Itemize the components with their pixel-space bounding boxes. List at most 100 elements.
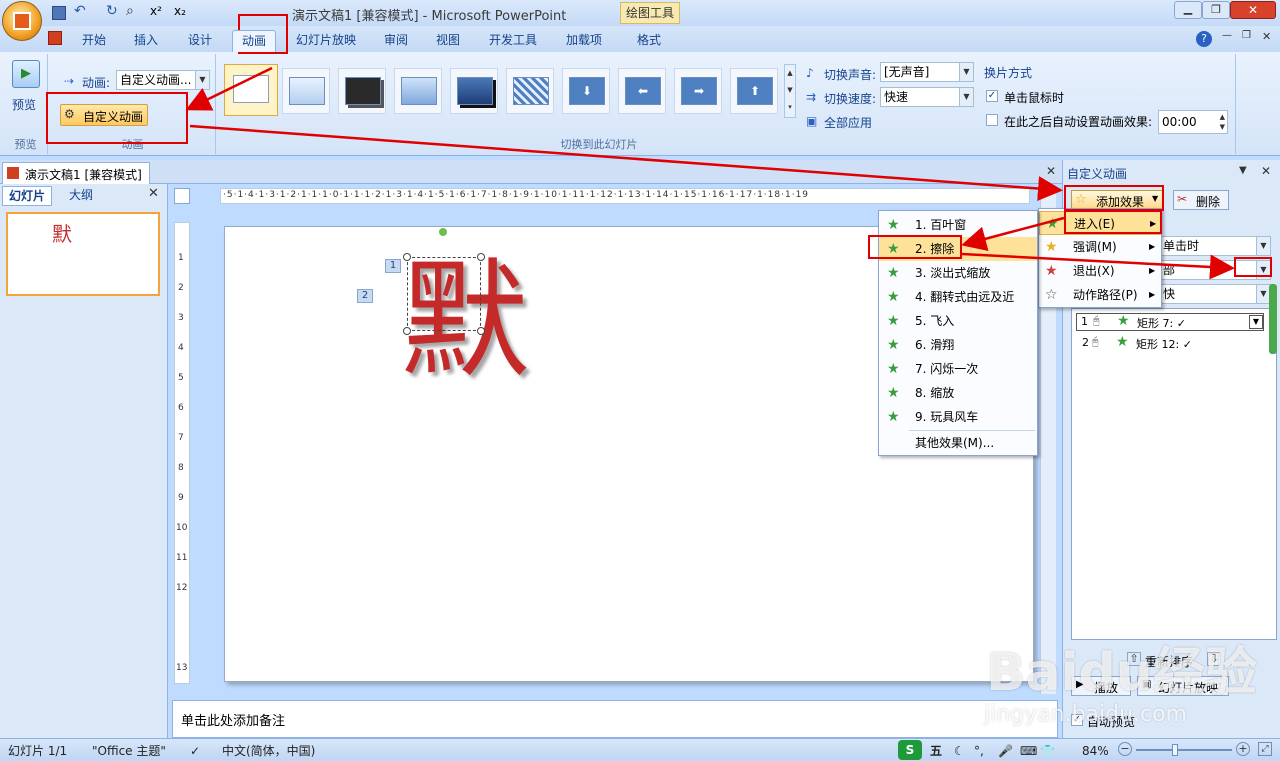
transition-none[interactable] — [224, 64, 278, 116]
resize-handle-bl[interactable] — [403, 327, 411, 335]
doc-close-icon[interactable]: ✕ — [1046, 164, 1056, 178]
effect-flip[interactable]: ★ 4. 翻转式由远及近 — [879, 285, 1037, 309]
transition-group: ⬇ ⬅ ➡ ⬆ ▲ ▼ ▾ ♪ 切换声音: [无声音] ▼ ⇉ 切换速度: 快速 ▼ ▣… — [218, 54, 980, 154]
task-pane-close-icon[interactable]: ✕ — [1261, 164, 1271, 178]
anim-tag-1[interactable]: 1 — [385, 259, 401, 273]
effect-zoom[interactable]: ★ 8. 缩放 — [879, 381, 1037, 405]
notes-area[interactable]: 单击此处添加备注 — [172, 700, 1058, 738]
superscript-icon[interactable]: x² — [150, 4, 162, 18]
tab-format[interactable]: 格式 — [626, 30, 672, 52]
transition-cut[interactable] — [394, 68, 442, 114]
effect-blinds[interactable]: ★ 1. 百叶窗 — [879, 213, 1037, 237]
doc-tab[interactable]: 演示文稿1 [兼容模式] — [2, 162, 150, 184]
resize-handle-tr[interactable] — [477, 253, 485, 261]
zoom-slider[interactable] — [1136, 744, 1232, 756]
ime-mode[interactable]: 五 — [930, 741, 942, 761]
undo-icon[interactable]: ↶ — [74, 3, 86, 19]
highlight-wipe — [868, 235, 962, 259]
start-dropdown[interactable]: 单击时 ▼ — [1159, 236, 1271, 256]
maximize-button[interactable]: ❐ — [1202, 1, 1230, 19]
subscript-icon[interactable]: x₂ — [174, 4, 186, 18]
rotate-handle-icon[interactable] — [439, 228, 447, 236]
ime-moon-icon[interactable]: ☾ — [954, 741, 965, 761]
pane-scrollbar[interactable] — [1269, 284, 1277, 354]
ime-punct-icon[interactable]: °, — [974, 741, 984, 761]
ribbon-close-icon[interactable]: ✕ — [1262, 30, 1271, 43]
transition-fade-black[interactable] — [338, 68, 386, 114]
effect-fly-in[interactable]: ★ 5. 飞入 — [879, 309, 1037, 333]
ime-logo-icon: S — [898, 740, 922, 760]
tab-insert[interactable]: 插入 — [124, 30, 168, 52]
tab-view[interactable]: 视图 — [426, 30, 470, 52]
help-icon[interactable]: ? — [1196, 31, 1212, 47]
effect-item-1[interactable]: 1 🖰 ★ 矩形 7: ✓ ▼ — [1076, 313, 1264, 331]
menu-motion-path[interactable]: ☆ 动作路径(P) ▶ — [1039, 283, 1161, 307]
ribbon-minimize-icon[interactable]: — — [1222, 30, 1232, 41]
animation-dropdown[interactable]: 自定义动画... ▼ — [116, 70, 210, 90]
auto-time-spinner[interactable]: 00:00 ▲ ▼ — [1158, 110, 1228, 134]
effect-item-2[interactable]: 2 🖰 ★ 矩形 12: ✓ — [1076, 334, 1264, 353]
quick-save-icon[interactable] — [52, 6, 66, 20]
watermark-url: jingyan.baidu.com — [984, 702, 1188, 727]
ime-keyboard-icon[interactable]: ⌨ — [1020, 741, 1037, 761]
transition-wipe-down[interactable]: ⬇ — [562, 68, 610, 114]
tab-developer[interactable]: 开发工具 — [480, 30, 546, 52]
effect-fade-zoom[interactable]: ★ 3. 淡出式缩放 — [879, 261, 1037, 285]
selection-box[interactable] — [407, 257, 481, 331]
task-pane-menu-icon[interactable]: ▼ — [1239, 165, 1247, 176]
spinner-arrows-icon[interactable]: ▲ ▼ — [1220, 112, 1225, 132]
office-button[interactable] — [2, 1, 42, 41]
transition-dissolve[interactable] — [506, 68, 554, 114]
tab-slideshow[interactable]: 幻灯片放映 — [286, 30, 366, 52]
tab-home[interactable]: 开始 — [72, 30, 116, 52]
auto-after-checkbox[interactable] — [986, 114, 998, 126]
fit-window-icon[interactable]: ⤢ — [1258, 742, 1272, 756]
resize-handle-tl[interactable] — [403, 253, 411, 261]
tab-outline[interactable]: 大纲 — [56, 186, 106, 206]
gallery-scroll[interactable]: ▲ ▼ ▾ — [784, 64, 796, 118]
transition-fade-smooth[interactable] — [282, 68, 330, 114]
preview-icon[interactable]: ▶ — [12, 60, 40, 88]
slide-thumbnail[interactable]: 默 — [6, 212, 160, 296]
zoom-in-icon[interactable]: + — [1236, 742, 1250, 756]
ime-mic-icon[interactable]: 🎤 — [998, 741, 1013, 761]
tab-design[interactable]: 设计 — [178, 30, 222, 52]
transition-cut-black[interactable] — [450, 68, 498, 114]
resize-handle-br[interactable] — [477, 327, 485, 335]
transition-wipe-right[interactable]: ➡ — [674, 68, 722, 114]
panel-close-icon[interactable]: ✕ — [148, 186, 159, 201]
ime-skin-icon[interactable]: 👕 — [1040, 741, 1055, 761]
menu-emphasis[interactable]: ★ 强调(M) ▶ — [1039, 235, 1161, 259]
print-preview-icon[interactable]: ⌕ — [126, 3, 134, 19]
apply-all-button[interactable]: 全部应用 — [824, 114, 872, 131]
anim-tag-2[interactable]: 2 — [357, 289, 373, 303]
preview-button[interactable]: 预览 — [12, 96, 36, 113]
transition-wipe-left[interactable]: ⬅ — [618, 68, 666, 114]
menu-exit[interactable]: ★ 退出(X) ▶ — [1039, 259, 1161, 283]
on-click-checkbox[interactable]: ✓ — [986, 90, 998, 102]
zoom-thumb[interactable] — [1172, 744, 1178, 756]
speed-dropdown[interactable]: 快速 ▼ — [880, 87, 974, 107]
delete-button[interactable]: ✂ 删除 — [1173, 190, 1229, 210]
zoom-out-icon[interactable]: − — [1118, 742, 1132, 756]
speed-dropdown-pane[interactable]: 快 ▼ — [1159, 284, 1271, 304]
transition-wipe-up[interactable]: ⬆ — [730, 68, 778, 114]
effect-glide[interactable]: ★ 6. 滑翔 — [879, 333, 1037, 357]
sound-dropdown[interactable]: [无声音] ▼ — [880, 62, 974, 82]
tab-slides[interactable]: 幻灯片 — [2, 186, 52, 206]
minimize-button[interactable]: ▁ — [1174, 1, 1202, 19]
effect-flash-once[interactable]: ★ 7. 闪烁一次 — [879, 357, 1037, 381]
tab-animation[interactable]: 动画 — [232, 30, 276, 52]
effect-pinwheel[interactable]: ★ 9. 玩具风车 — [879, 405, 1037, 429]
close-button[interactable]: ✕ — [1230, 1, 1276, 19]
start-dropdown-value: 单击时 — [1163, 239, 1200, 253]
tab-review[interactable]: 审阅 — [374, 30, 418, 52]
menu-exit-label: 退出(X) — [1073, 264, 1115, 278]
zoom-level[interactable]: 84% — [1082, 741, 1109, 761]
ribbon-restore-icon[interactable]: ❐ — [1242, 30, 1251, 41]
spellcheck-icon[interactable]: ✓ — [190, 741, 200, 761]
redo-icon[interactable]: ↻ — [106, 3, 118, 19]
effect-more[interactable]: 其他效果(M)... — [879, 431, 1037, 455]
tab-addins[interactable]: 加载项 — [556, 30, 612, 52]
chevron-down-icon[interactable]: ▼ — [1249, 315, 1263, 329]
